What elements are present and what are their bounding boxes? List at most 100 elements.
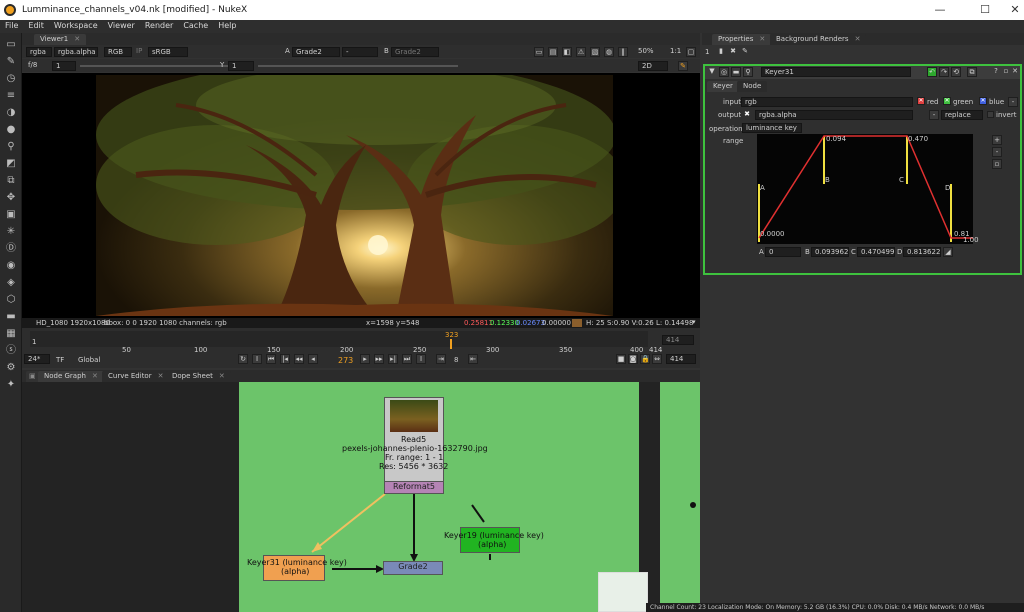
gamma-field[interactable]: 1 xyxy=(228,61,254,71)
tab-properties[interactable]: Properties ✕ xyxy=(712,34,772,45)
menu-file[interactable]: File xyxy=(0,20,23,30)
current-frame[interactable]: 273 xyxy=(338,356,353,365)
deep-tools-icon[interactable]: Ⓓ xyxy=(5,243,17,255)
first-frame-icon[interactable]: ⏮ xyxy=(266,354,276,364)
pixel-ratio[interactable]: 1:1 xyxy=(670,47,681,55)
green-checkbox[interactable]: ✕ xyxy=(943,97,951,105)
edit-icon[interactable]: ✎ xyxy=(740,47,750,57)
redo-icon[interactable]: ↷ xyxy=(939,67,949,77)
pane-menu-icon[interactable]: ▣ xyxy=(26,371,39,382)
merge-tools-icon[interactable]: ◩ xyxy=(5,158,17,170)
last-frame-icon[interactable]: ⏭ xyxy=(402,354,412,364)
gizmos-tools-icon[interactable]: ⓢ xyxy=(5,345,17,357)
metadata-tools-icon[interactable]: ◈ xyxy=(5,277,17,289)
next-increment-icon[interactable]: ▸▸ xyxy=(374,354,384,364)
clear-panels-icon[interactable]: ✖ xyxy=(728,47,738,57)
layers-tools-icon[interactable]: ⧉ xyxy=(5,175,17,187)
image-tools-icon[interactable]: ▭ xyxy=(5,39,17,51)
plugins-icon[interactable]: ✦ xyxy=(5,379,17,391)
tab-background-renders[interactable]: Background Renders ✕ xyxy=(770,34,867,45)
settings-icon[interactable]: ⚙ xyxy=(5,362,17,374)
range-b-field[interactable]: 0.09396227 xyxy=(811,247,849,257)
global-dropdown[interactable]: Global xyxy=(78,356,100,364)
color-tools-icon[interactable]: ◑ xyxy=(5,107,17,119)
time-tools-icon[interactable]: ◷ xyxy=(5,73,17,85)
in-point-icon[interactable]: I xyxy=(252,354,262,364)
minimize-button[interactable]: — xyxy=(925,3,955,16)
grade2-node[interactable]: Grade2 xyxy=(383,561,443,575)
colorspace-b-dropdown[interactable]: sRGB xyxy=(148,47,188,57)
undo-icon[interactable]: ↶ xyxy=(927,67,937,77)
max-panels-field[interactable]: 1 xyxy=(705,48,709,56)
menu-cache[interactable]: Cache xyxy=(178,20,213,30)
capture-icon[interactable]: ◙ xyxy=(628,354,638,364)
menu-viewer[interactable]: Viewer xyxy=(103,20,140,30)
output-dropdown[interactable]: rgba.alpha xyxy=(755,110,913,120)
range-curve[interactable]: A B C D 0.094 0.470 0.0000 0.81 1.00 xyxy=(757,134,979,244)
views-tools-icon[interactable]: ◉ xyxy=(5,260,17,272)
range-anim-icon[interactable]: ◢ xyxy=(943,247,953,257)
proxy-icon[interactable]: ◍ xyxy=(604,47,614,57)
skip-icon[interactable]: ⇥ xyxy=(436,354,446,364)
pause-icon[interactable]: ‖ xyxy=(618,47,628,57)
furnace-tools-icon[interactable]: ▦ xyxy=(5,328,17,340)
next-key-icon[interactable]: ▸| xyxy=(388,354,398,364)
gizmo-icon[interactable]: ⚲ xyxy=(743,67,753,77)
tab-curve-editor[interactable]: Curve Editor ✕ xyxy=(102,371,170,382)
zebra-icon[interactable]: ▧ xyxy=(590,47,600,57)
range-d-field[interactable]: 0.81362213 xyxy=(903,247,941,257)
output-enable-icon[interactable]: ✖ xyxy=(742,110,752,120)
help-icon[interactable]: ? xyxy=(991,67,1001,77)
play-forward-icon[interactable]: ▸ xyxy=(360,354,370,364)
mask-icon[interactable]: ◧ xyxy=(562,47,572,57)
maximize-button[interactable]: ☐ xyxy=(970,3,1000,16)
prev-increment-icon[interactable]: ◂◂ xyxy=(294,354,304,364)
timeline-ruler[interactable] xyxy=(30,331,648,347)
menu-help[interactable]: Help xyxy=(213,20,241,30)
tab-keyer[interactable]: Keyer xyxy=(707,81,739,92)
loop-icon[interactable]: ↻ xyxy=(238,354,248,364)
output-mode-icon[interactable]: - xyxy=(929,110,939,120)
paint-icon[interactable]: ✎ xyxy=(678,61,688,71)
fstop-label[interactable]: f/8 xyxy=(28,61,37,69)
3d-tools-icon[interactable]: ▣ xyxy=(5,209,17,221)
revert-icon[interactable]: ⟲ xyxy=(951,67,961,77)
input-dropdown[interactable]: rgb xyxy=(741,97,913,107)
lock-icon[interactable]: 🔒 xyxy=(640,354,650,364)
tab-viewer1[interactable]: Viewer1 ✕ xyxy=(34,34,87,45)
prev-key-icon[interactable]: |◂ xyxy=(280,354,290,364)
node-color-icon[interactable]: ▬ xyxy=(731,67,741,77)
reformat5-node[interactable]: Reformat5 xyxy=(384,481,444,494)
guides-icon[interactable]: ▤ xyxy=(548,47,558,57)
collapse-icon[interactable]: ▼ xyxy=(707,67,717,77)
play-backward-icon[interactable]: ◂ xyxy=(308,354,318,364)
node-graph[interactable]: Read5 pexels-johannes-plenio-1632790.jpg… xyxy=(22,382,700,612)
range-c-field[interactable]: 0.47049948 xyxy=(857,247,895,257)
playhead[interactable] xyxy=(450,339,452,349)
keyer-tools-icon[interactable]: ⚲ xyxy=(5,141,17,153)
frame-increment[interactable]: 8 xyxy=(454,356,458,364)
close-button[interactable]: ✕ xyxy=(1000,3,1024,16)
center-node-icon[interactable]: ◎ xyxy=(719,67,729,77)
invert-checkbox[interactable] xyxy=(987,111,994,118)
operation-dropdown[interactable]: luminance key xyxy=(742,123,802,133)
channels-dropdown[interactable]: rgba xyxy=(26,47,52,57)
lock-panel-icon[interactable]: ▮ xyxy=(716,47,726,57)
particles-tools-icon[interactable]: ✳ xyxy=(5,226,17,238)
flipbook-icon[interactable]: ■ xyxy=(616,354,626,364)
blue-checkbox[interactable]: ✕ xyxy=(979,97,987,105)
out-frame-field[interactable]: 414 xyxy=(666,354,696,364)
out-point-icon[interactable]: I xyxy=(416,354,426,364)
zoom-level[interactable]: 50% xyxy=(638,47,654,55)
alpha-channel-dropdown[interactable]: rgba.alpha xyxy=(54,47,98,57)
close-panel-icon[interactable]: ✕ xyxy=(1010,67,1020,77)
end-frame-field[interactable]: 414 xyxy=(662,335,694,345)
curve-reset-icon[interactable]: ▫ xyxy=(992,159,1002,169)
fps-dropdown[interactable]: 24* xyxy=(24,354,50,364)
output-mode-dropdown[interactable]: replace xyxy=(941,110,983,120)
colorspace-a-dropdown[interactable]: RGB xyxy=(104,47,132,57)
range-a-field[interactable]: 0 xyxy=(765,247,801,257)
curve-remove-icon[interactable]: - xyxy=(992,147,1002,157)
info-menu-icon[interactable]: ▾ xyxy=(692,318,696,326)
skip-forward-icon[interactable]: ⇤ xyxy=(468,354,478,364)
